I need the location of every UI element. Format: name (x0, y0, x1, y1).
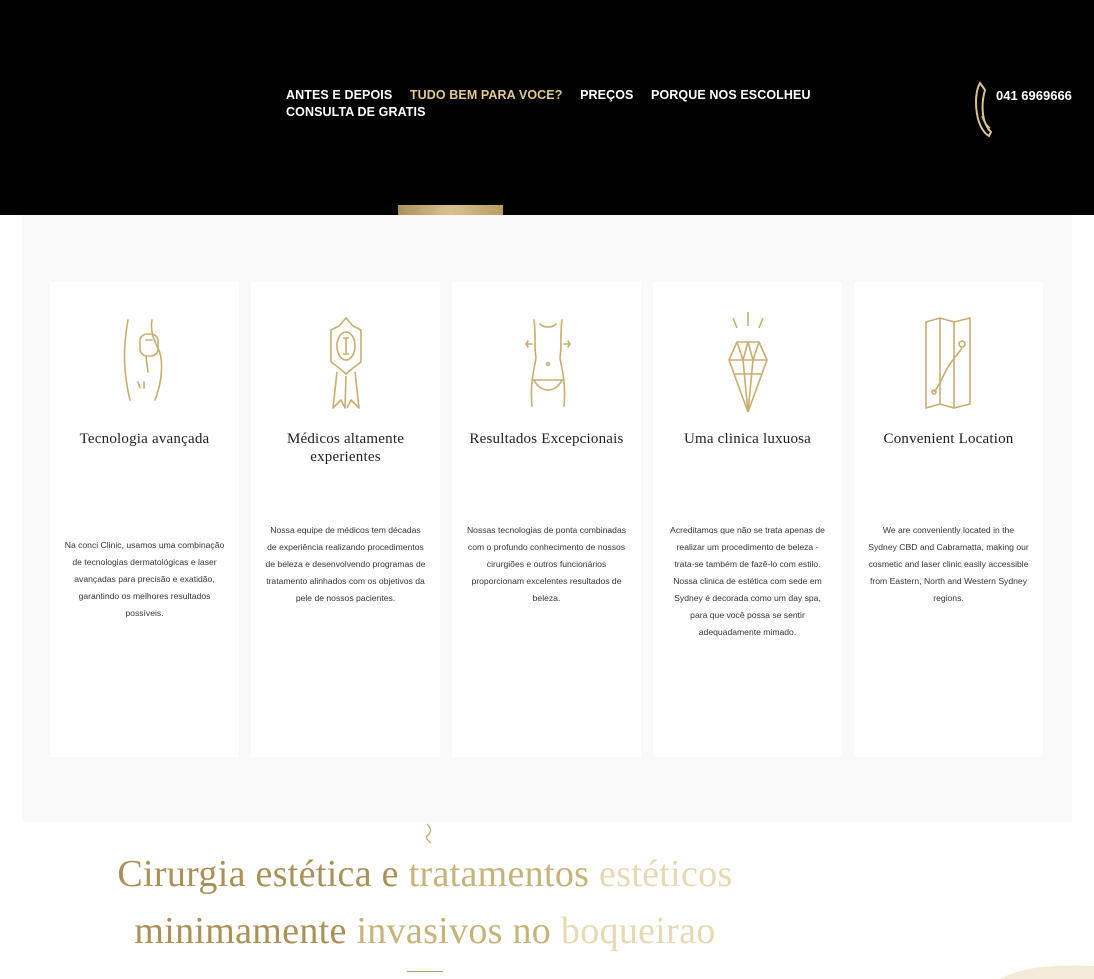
feature-description: Acreditamos que não se trata apenas de r… (670, 525, 825, 637)
feature-title: Médicos altamente experientes (286, 431, 405, 465)
feature-title: Uma clinica luxuosa (683, 431, 812, 447)
body-laser-icon (123, 319, 163, 401)
decorative-corner-icon (1000, 965, 1094, 979)
feature-description: We are conveniently located in the Sydne… (868, 525, 1029, 603)
headline-line-2: minimamente invasivos no boqueirao (134, 910, 716, 952)
headline-line-1: Cirurgia estética e tratamentos estético… (117, 853, 733, 895)
feature-description: Nossa equipe de médicos tem décadas de e… (265, 525, 426, 603)
body-contour-icon (525, 319, 571, 407)
feature-title: Convenient Location (883, 431, 1014, 447)
feature-title: Tecnologia avançada (79, 431, 210, 447)
feature-title: Resultados Excepcionais (469, 431, 624, 447)
diamond-icon (728, 312, 768, 412)
feature-card-exceptional-results: Resultados Excepcionais Nossas tecnologi… (452, 282, 641, 757)
phone-link[interactable]: 041 6969666 (974, 80, 1072, 138)
active-nav-indicator (398, 205, 503, 215)
phone-number[interactable]: 041 6969666 (996, 88, 1072, 103)
headline-underline (407, 971, 443, 972)
nav-item-why-choose-us[interactable]: PORQUE NOS ESCOLHEU (651, 88, 811, 102)
feature-card-luxurious-clinic: Uma clinica luxuosa Acreditamos que não … (653, 282, 842, 757)
feature-card-experienced-doctors: Médicos altamente experientes Nossa equi… (251, 282, 440, 757)
nav-item-before-after[interactable]: ANTES E DEPOIS (286, 88, 392, 102)
decorative-swirl-icon (425, 823, 432, 844)
map-icon (925, 317, 971, 409)
feature-card-convenient-location: Convenient Location We are conveniently … (854, 282, 1043, 757)
phone-icon (975, 81, 993, 138)
feature-description: Na conci Clinic, usamos uma combinação d… (64, 540, 225, 618)
feature-description: Nossas tecnologias de ponta combinadas c… (466, 525, 627, 603)
nav-item-free-consultation[interactable]: CONSULTA DE GRATIS (286, 105, 426, 119)
main-nav: ANTES E DEPOIS TUDO BEM PARA VOCE? PREÇO… (286, 87, 836, 121)
award-ribbon-icon (330, 317, 362, 409)
nav-item-is-it-right-for-you[interactable]: TUDO BEM PARA VOCE? (410, 88, 563, 102)
nav-item-prices[interactable]: PREÇOS (580, 88, 633, 102)
feature-card-advanced-technology: Tecnologia avançada Na conci Clinic, usa… (50, 282, 239, 757)
